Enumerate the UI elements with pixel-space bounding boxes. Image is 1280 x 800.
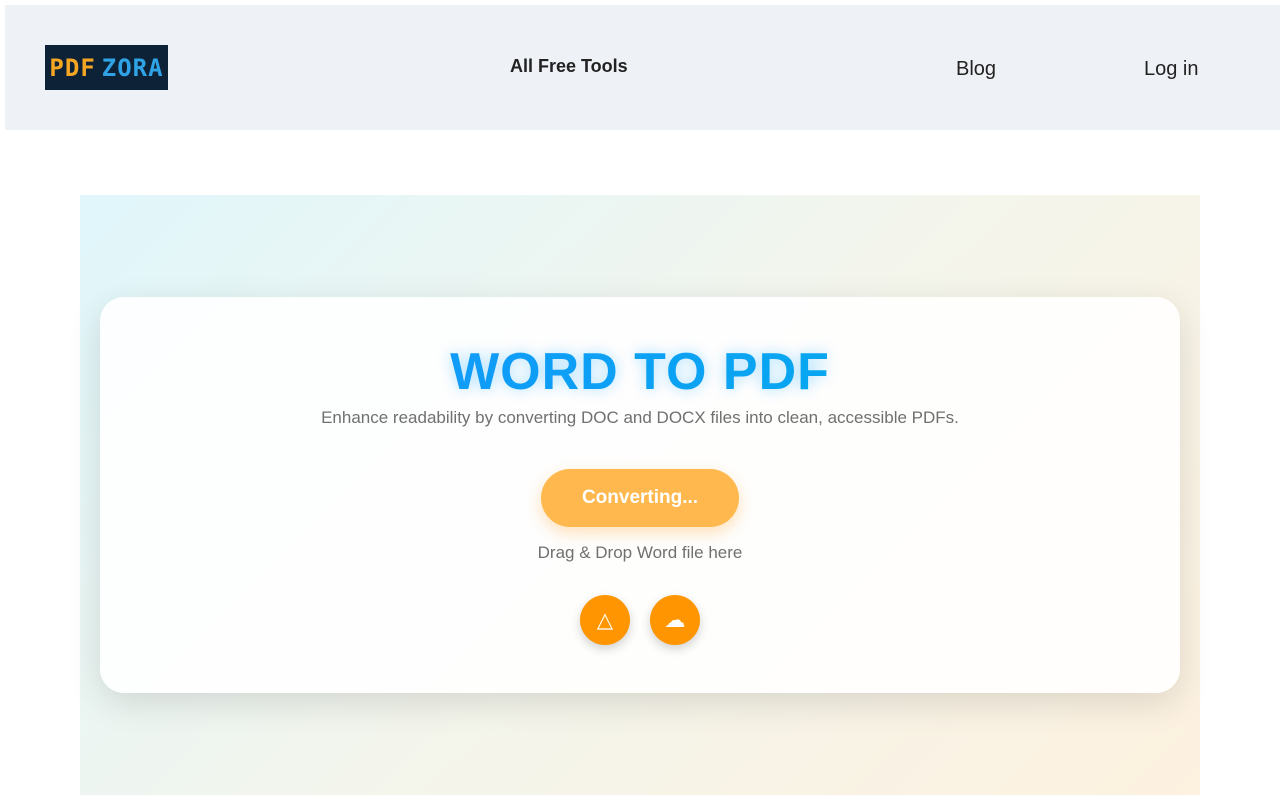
page-title: WORD TO PDF — [100, 342, 1180, 402]
hero-section: WORD TO PDF Enhance readability by conve… — [80, 195, 1200, 795]
page-subtitle: Enhance readability by converting DOC an… — [321, 408, 959, 427]
logo-text-pdf: PDF — [49, 53, 96, 82]
nav-all-free-tools[interactable]: All Free Tools — [510, 56, 628, 77]
google-drive-icon: △ — [596, 607, 614, 632]
drag-drop-text: Drag & Drop Word file here — [537, 543, 743, 562]
site-header: PDF ZORA All Free Tools Blog Log in — [5, 5, 1280, 130]
logo-text-zora: ZORA — [101, 53, 164, 82]
cloud-icon: ☁ — [664, 607, 686, 632]
pdfzora-logo[interactable]: PDF ZORA — [45, 45, 168, 90]
nav-login[interactable]: Log in — [1144, 58, 1199, 81]
nav-blog[interactable]: Blog — [956, 58, 996, 81]
upload-card[interactable]: WORD TO PDF Enhance readability by conve… — [100, 297, 1180, 693]
google-drive-button[interactable]: △ — [580, 595, 630, 645]
cloud-upload-button[interactable]: ☁ — [650, 595, 700, 645]
converting-button[interactable]: Converting... — [541, 469, 739, 527]
